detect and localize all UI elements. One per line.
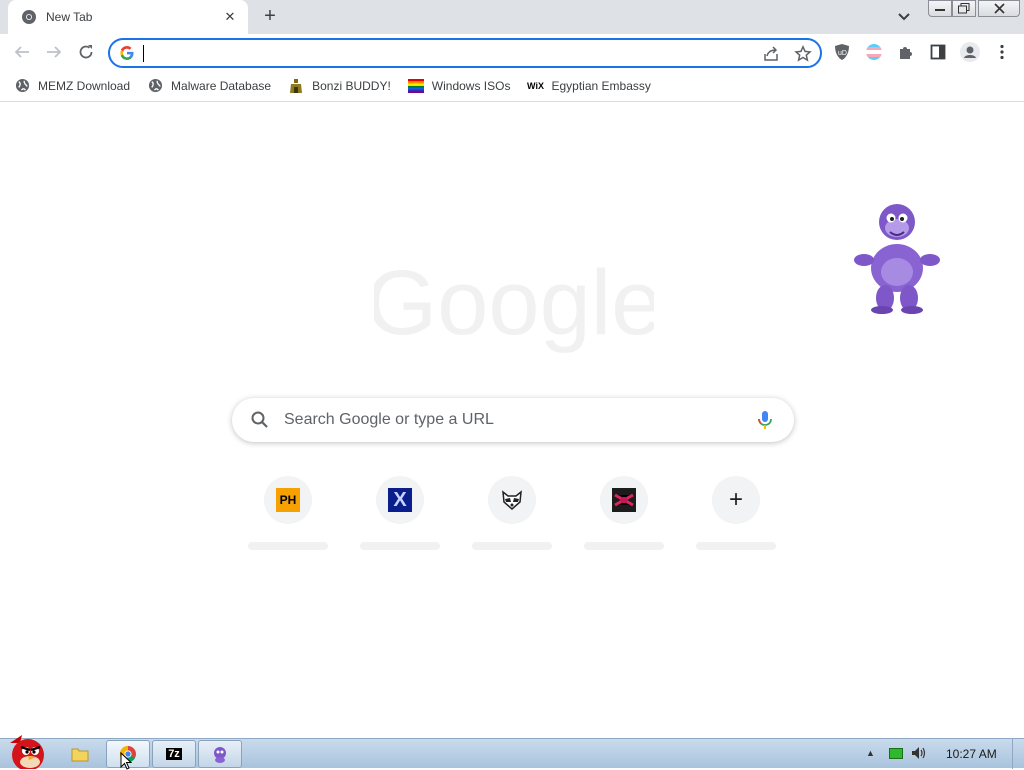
- bookmark-egyptian-embassy[interactable]: WiX Egyptian Embassy: [527, 78, 651, 94]
- google-g-icon: [120, 46, 134, 60]
- forward-button[interactable]: [42, 40, 66, 64]
- bookmark-bonzi-buddy[interactable]: Bonzi BUDDY!: [288, 78, 391, 94]
- window-controls: [928, 0, 1020, 17]
- trans-flag-extension-icon[interactable]: [863, 41, 885, 63]
- rainbow-flag-icon: [407, 78, 424, 94]
- globe-icon: [14, 78, 30, 94]
- tray-expand-icon[interactable]: ▲: [866, 748, 875, 758]
- trans-flag-icon: [866, 44, 882, 60]
- bookmark-label: Windows ISOs: [431, 78, 511, 93]
- tab-close-icon[interactable]: ✕: [222, 9, 238, 25]
- forward-arrow-icon: [47, 46, 62, 58]
- ph-icon: PH: [276, 488, 300, 512]
- shortcut-label-1: [248, 542, 328, 550]
- bookmark-label: MEMZ Download: [38, 78, 131, 93]
- add-shortcut-icon: +: [728, 486, 743, 513]
- extensions-button[interactable]: [895, 41, 917, 63]
- tab-search-icon[interactable]: [894, 8, 914, 26]
- reload-button[interactable]: [74, 40, 98, 64]
- new-tab-button[interactable]: +: [258, 6, 282, 28]
- bookmark-star-icon[interactable]: [794, 45, 812, 63]
- volume-icon[interactable]: [911, 746, 927, 760]
- bookmark-windows-isos[interactable]: Windows ISOs: [407, 78, 511, 94]
- profile-button[interactable]: [959, 41, 981, 63]
- ublock-extension-icon[interactable]: uD: [831, 41, 853, 63]
- search-placeholder: Search Google or type a URL: [284, 411, 494, 428]
- red-logo-icon: [612, 488, 636, 512]
- reload-icon: [79, 45, 93, 59]
- add-shortcut-button[interactable]: +: [712, 476, 760, 524]
- minimize-button[interactable]: [928, 0, 952, 17]
- chrome-icon: [22, 10, 36, 24]
- bonzi-bm-icon: [288, 78, 304, 94]
- bookmark-memz-download[interactable]: MEMZ Download: [14, 78, 130, 94]
- tab-strip: New Tab ✕ +: [0, 0, 1024, 34]
- shortcut-label-3: [472, 542, 552, 550]
- back-arrow-icon: [14, 46, 29, 58]
- taskbar-7zip-button[interactable]: 7z: [152, 740, 196, 768]
- x-icon: X: [388, 488, 412, 512]
- clock[interactable]: 10:27 AM: [946, 747, 997, 761]
- search-icon: [251, 411, 268, 428]
- bonzi-buddy-character[interactable]: [852, 196, 942, 316]
- bookmark-label: Egyptian Embassy: [551, 78, 651, 93]
- folder-icon: [71, 748, 89, 762]
- restore-button[interactable]: [952, 0, 976, 17]
- taskbar-bonzi-button[interactable]: [198, 740, 242, 768]
- raccoon-icon: [502, 490, 522, 510]
- minimize-icon: [935, 8, 945, 11]
- mouse-cursor-icon: [120, 752, 132, 770]
- wix-icon: WiX: [527, 80, 544, 91]
- kebab-menu-icon: [1000, 44, 1004, 60]
- window-close-icon: [993, 3, 1005, 14]
- shortcut-label-2: [360, 542, 440, 550]
- network-icon[interactable]: [888, 747, 903, 759]
- profile-avatar-icon: [960, 42, 980, 62]
- taskbar-explorer-button[interactable]: [58, 740, 102, 768]
- globe-icon: [147, 78, 163, 94]
- google-logo: Google: [374, 262, 654, 354]
- omnibox-input[interactable]: [146, 43, 746, 65]
- show-desktop-button[interactable]: [1012, 739, 1024, 769]
- toolbar: uD: [0, 34, 1024, 70]
- bonzi-icon: [214, 747, 226, 763]
- back-button[interactable]: [10, 40, 34, 64]
- side-panel-button[interactable]: [927, 41, 949, 63]
- google-logo-text: Google: [374, 262, 654, 354]
- taskbar: 7z ▲ 10:27 AM: [0, 735, 1024, 769]
- shortcut-tile-2[interactable]: X: [376, 476, 424, 524]
- shortcut-label-add: [696, 542, 776, 550]
- bookmark-malware-database[interactable]: Malware Database: [147, 78, 271, 94]
- share-icon[interactable]: [762, 45, 780, 63]
- bookmark-label: Bonzi BUDDY!: [312, 78, 391, 93]
- restore-icon: [958, 3, 970, 14]
- bookmark-label: Malware Database: [171, 78, 272, 93]
- shortcut-tile-3[interactable]: [488, 476, 536, 524]
- address-bar[interactable]: [108, 38, 822, 68]
- system-tray: ▲: [866, 746, 927, 760]
- side-panel-icon: [930, 44, 946, 60]
- shortcut-tile-1[interactable]: PH: [264, 476, 312, 524]
- ublock-shield-icon: uD: [835, 44, 849, 60]
- 7zip-icon: 7z: [166, 748, 182, 760]
- search-box[interactable]: Search Google or type a URL: [232, 398, 794, 442]
- svg-text:uD: uD: [838, 50, 847, 57]
- tab-new-tab[interactable]: New Tab ✕: [8, 0, 248, 34]
- microphone-icon[interactable]: [754, 409, 776, 431]
- window-close-button[interactable]: [978, 0, 1020, 17]
- shortcut-tile-4[interactable]: [600, 476, 648, 524]
- shortcut-label-4: [584, 542, 664, 550]
- text-caret: [143, 45, 144, 62]
- start-button-angry-bird-icon[interactable]: [2, 731, 50, 769]
- puzzle-icon: [900, 47, 912, 59]
- bookmarks-bar: MEMZ Download Malware Database Bonzi BUD…: [0, 70, 1024, 102]
- tab-title: New Tab: [46, 10, 93, 24]
- chrome-menu-button[interactable]: [991, 41, 1013, 63]
